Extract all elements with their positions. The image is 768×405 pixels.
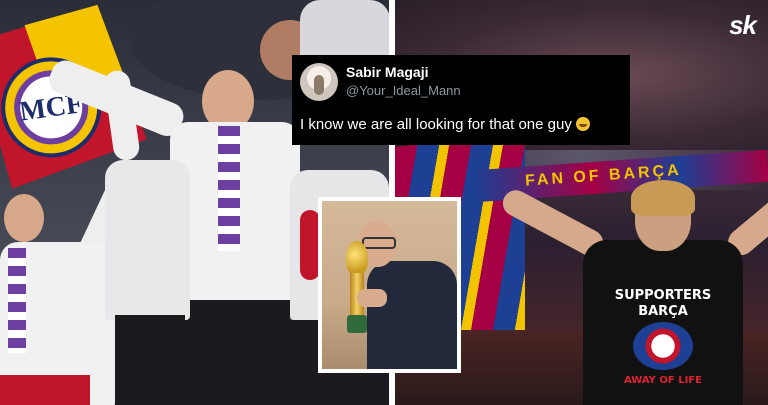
avatar[interactable] xyxy=(300,63,338,101)
fan-boy: SUPPORTERS BARÇA AWAY OF LIFE xyxy=(498,180,768,405)
red-scarf xyxy=(300,210,320,280)
tshirt-line-1: SUPPORTERS xyxy=(614,288,712,303)
tweet-text-content: I know we are all looking for that one g… xyxy=(300,116,572,133)
purple-scarf xyxy=(218,126,240,251)
tshirt-line-2: BARÇA xyxy=(638,304,688,319)
meme-composite: MCF FAN OF BARÇA SUPPORTERS BARÇA AWAY O… xyxy=(0,0,768,405)
tweet-handle[interactable]: @Your_Ideal_Mann xyxy=(346,83,461,98)
tweet-card: Sabir Magaji @Your_Ideal_Mann I know we … xyxy=(292,55,630,145)
raised-arm xyxy=(102,69,141,162)
purple-scarf xyxy=(8,248,26,353)
red-flag-edge xyxy=(0,375,90,405)
tshirt-bottom-text: AWAY OF LIFE xyxy=(624,375,702,386)
laughing-tears-emoji-icon xyxy=(575,117,590,131)
sportskeeda-logo: sk xyxy=(729,10,757,40)
dark-trousers xyxy=(115,315,185,405)
hands xyxy=(357,289,387,307)
dark-suit xyxy=(367,261,457,369)
fan-head xyxy=(4,194,44,242)
fan-hair xyxy=(631,180,695,216)
inset-photo-frame xyxy=(318,197,461,373)
tshirt-crest xyxy=(633,322,693,370)
trophy-cup xyxy=(346,241,368,275)
tweet-text: I know we are all looking for that one g… xyxy=(300,116,590,133)
tweet-display-name[interactable]: Sabir Magaji xyxy=(346,64,428,80)
inset-photo-man-with-trophy xyxy=(322,201,457,369)
white-shirt xyxy=(105,160,190,320)
fan-back xyxy=(95,69,195,405)
trophy-base xyxy=(347,315,367,333)
black-tshirt: SUPPORTERS BARÇA AWAY OF LIFE xyxy=(583,240,743,405)
